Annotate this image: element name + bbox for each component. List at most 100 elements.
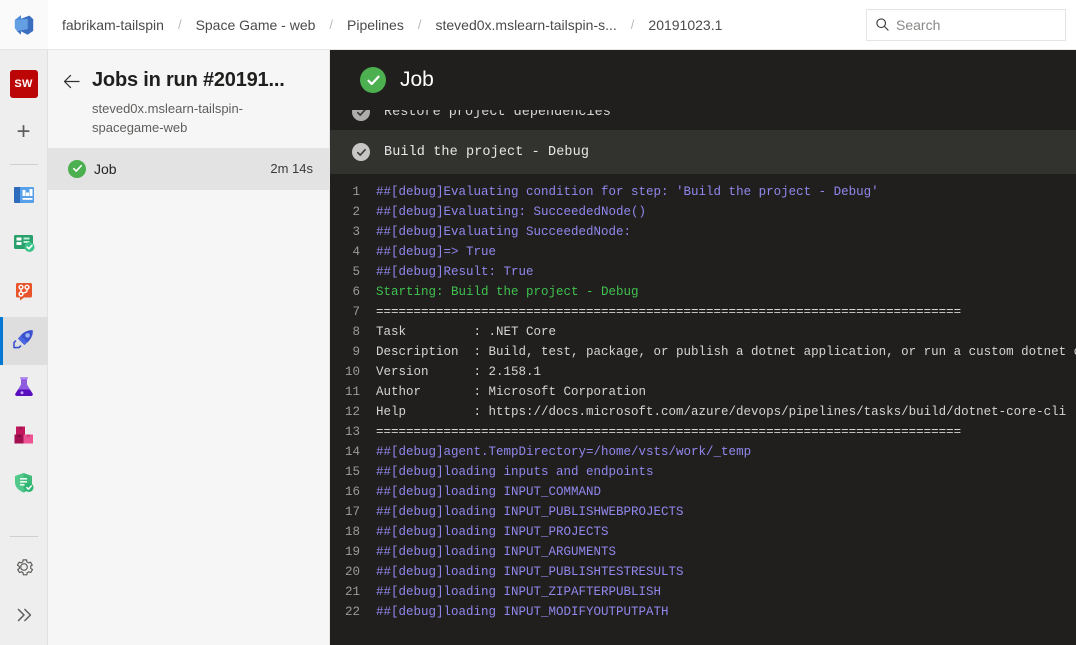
breadcrumb-run-number[interactable]: 20191023.1 <box>646 17 724 33</box>
log-line[interactable]: 18 ##[debug]loading INPUT_PROJECTS <box>330 522 1076 542</box>
top-bar: fabrikam-tailspin / Space Game - web / P… <box>0 0 1076 50</box>
current-step-row[interactable]: Build the project - Debug <box>330 130 1076 174</box>
log-line[interactable]: 5 ##[debug]Result: True <box>330 262 1076 282</box>
log-line[interactable]: 16 ##[debug]loading INPUT_COMMAND <box>330 482 1076 502</box>
back-button[interactable] <box>60 68 82 94</box>
log-line-number: 1 <box>352 185 360 199</box>
log-text-segment: ##[debug] <box>376 205 444 219</box>
log-line-text: ========================================… <box>376 425 961 439</box>
log-text-segment: loading INPUT_PUBLISHTESTRESULTS <box>443 565 684 579</box>
log-text-segment: ##[debug] <box>376 525 444 539</box>
sidebar-item-pipelines[interactable] <box>0 317 48 365</box>
log-line[interactable]: 19 ##[debug]loading INPUT_ARGUMENTS <box>330 542 1076 562</box>
log-line-text: ##[debug]loading INPUT_PUBLISHTESTRESULT… <box>376 565 684 579</box>
breadcrumb-pipeline-name[interactable]: steved0x.mslearn-tailspin-s... <box>433 17 618 33</box>
azure-devops-logo[interactable] <box>0 0 48 49</box>
log-line[interactable]: 17 ##[debug]loading INPUT_PUBLISHWEBPROJE… <box>330 502 1076 522</box>
log-text-segment: Task : .NET Core <box>376 325 557 339</box>
log-line-text: Task : .NET Core <box>376 325 556 339</box>
log-line-text: ##[debug]Evaluating: SucceededNode() <box>376 205 646 219</box>
chevron-double-right-icon <box>13 604 35 631</box>
log-line-text: Author : Microsoft Corporation <box>376 385 646 399</box>
pipelines-rocket-icon <box>11 326 37 357</box>
project-initials: SW <box>9 70 38 98</box>
sidebar-item-artifacts[interactable] <box>0 413 48 461</box>
azure-devops-page: fabrikam-tailspin / Space Game - web / P… <box>0 0 1076 645</box>
log-line[interactable]: 10 Version : 2.158.1 <box>330 362 1076 382</box>
breadcrumb-pipelines[interactable]: Pipelines <box>345 17 406 33</box>
log-line[interactable]: 21 ##[debug]loading INPUT_ZIPAFTERPUBLISH <box>330 582 1076 602</box>
log-line-number: 7 <box>352 305 360 319</box>
log-scroll-region[interactable]: Restore project dependencies Build the p… <box>330 110 1076 645</box>
log-line-number: 18 <box>344 525 360 539</box>
log-line-list: 1 ##[debug] Evaluating condition for step:… <box>330 174 1076 622</box>
log-text-segment: ##[debug] <box>376 585 444 599</box>
log-line-text: Description : Build, test, package, or p… <box>376 345 1076 359</box>
log-text-segment: loading INPUT_PROJECTS <box>443 525 609 539</box>
page-title: Jobs in run #20191... <box>92 69 285 91</box>
log-text-segment: Result: True <box>443 265 534 279</box>
log-text-segment: ##[debug] <box>376 245 444 259</box>
search-box[interactable] <box>866 8 1076 41</box>
log-line[interactable]: 2 ##[debug]Evaluating: SucceededNode() <box>330 202 1076 222</box>
log-line[interactable]: 15 ##[debug]loading inputs and endpoints <box>330 462 1076 482</box>
log-line-text: ##[debug]Result: True <box>376 265 534 279</box>
sidebar-item-advanced-security[interactable] <box>0 461 48 509</box>
log-line-number: 19 <box>344 545 360 559</box>
sidebar-item-overview[interactable] <box>0 173 48 221</box>
log-text-segment: loading inputs and endpoints <box>443 465 654 479</box>
log-line-text: ##[debug]loading inputs and endpoints <box>376 465 654 479</box>
search-input[interactable] <box>890 10 1076 39</box>
expand-rail-button[interactable] <box>0 593 48 641</box>
log-line-text: ##[debug]Evaluating SucceededNode: <box>376 225 631 239</box>
log-line-number: 16 <box>344 485 360 499</box>
log-line[interactable]: 7 =======================================… <box>330 302 1076 322</box>
log-line[interactable]: 11 Author : Microsoft Corporation <box>330 382 1076 402</box>
log-line-text: ##[debug]loading INPUT_COMMAND <box>376 485 601 499</box>
status-success-icon <box>68 159 86 178</box>
breadcrumb-project[interactable]: Space Game - web <box>194 17 318 33</box>
left-nav-rail: SW + <box>0 50 48 645</box>
gear-icon <box>13 556 35 583</box>
log-line-number: 17 <box>344 505 360 519</box>
log-line-text: ##[debug]loading INPUT_MODIFYOUTPUTPATH <box>376 605 669 619</box>
log-text-segment: ========================================… <box>376 305 962 319</box>
log-line[interactable]: 8 Task : .NET Core <box>330 322 1076 342</box>
log-text-segment: ##[debug] <box>376 605 444 619</box>
log-text-segment: agent.TempDirectory=/home/vsts/work/_tem… <box>443 445 752 459</box>
log-text-segment: loading INPUT_ZIPAFTERPUBLISH <box>443 585 662 599</box>
log-text-segment: ##[debug] <box>376 225 444 239</box>
repos-icon <box>11 278 37 309</box>
log-line-text: ##[debug]=> True <box>376 245 496 259</box>
log-line[interactable]: 14 ##[debug]agent.TempDirectory=/home/vst… <box>330 442 1076 462</box>
previous-step-row[interactable]: Restore project dependencies <box>330 110 1076 124</box>
log-line[interactable]: 6 Starting: Build the project - Debug <box>330 282 1076 302</box>
job-list-item[interactable]: Job 2m 14s <box>48 147 329 190</box>
log-line[interactable]: 20 ##[debug]loading INPUT_PUBLISHTESTRESU… <box>330 562 1076 582</box>
log-line[interactable]: 4 ##[debug]=> True <box>330 242 1076 262</box>
breadcrumb-separator: / <box>630 17 635 32</box>
boards-icon <box>11 230 37 261</box>
log-line-text: ##[debug]loading INPUT_PROJECTS <box>376 525 609 539</box>
new-item-button[interactable]: + <box>0 108 48 156</box>
log-line[interactable]: 22 ##[debug]loading INPUT_MODIFYOUTPUTPAT… <box>330 602 1076 622</box>
log-line[interactable]: 3 ##[debug]Evaluating SucceededNode: <box>330 222 1076 242</box>
project-settings-button[interactable] <box>0 545 48 593</box>
log-header: Job <box>330 50 1076 110</box>
breadcrumb-organization[interactable]: fabrikam-tailspin <box>60 17 166 33</box>
sidebar-item-repos[interactable] <box>0 269 48 317</box>
log-line-text: ========================================… <box>376 305 961 319</box>
log-line[interactable]: 1 ##[debug]Evaluating condition for step:… <box>330 182 1076 202</box>
log-text-segment: ##[debug] <box>376 485 444 499</box>
log-line[interactable]: 9 Description : Build, test, package, or … <box>330 342 1076 362</box>
project-badge[interactable]: SW <box>0 60 48 108</box>
log-line[interactable]: 12 Help : https://docs.microsoft.com/azur… <box>330 402 1076 422</box>
sidebar-item-boards[interactable] <box>0 221 48 269</box>
log-text-segment: Version : 2.158.1 <box>376 365 542 379</box>
sidebar-item-test-plans[interactable] <box>0 365 48 413</box>
page-body: SW + Jobs in run #20191... steved0x.msle… <box>0 50 1076 645</box>
overview-icon <box>11 182 37 213</box>
log-text-segment: loading INPUT_ARGUMENTS <box>443 545 617 559</box>
log-line[interactable]: 13 ======================================… <box>330 422 1076 442</box>
log-text-segment: Evaluating condition for step: 'Build th… <box>443 185 879 199</box>
